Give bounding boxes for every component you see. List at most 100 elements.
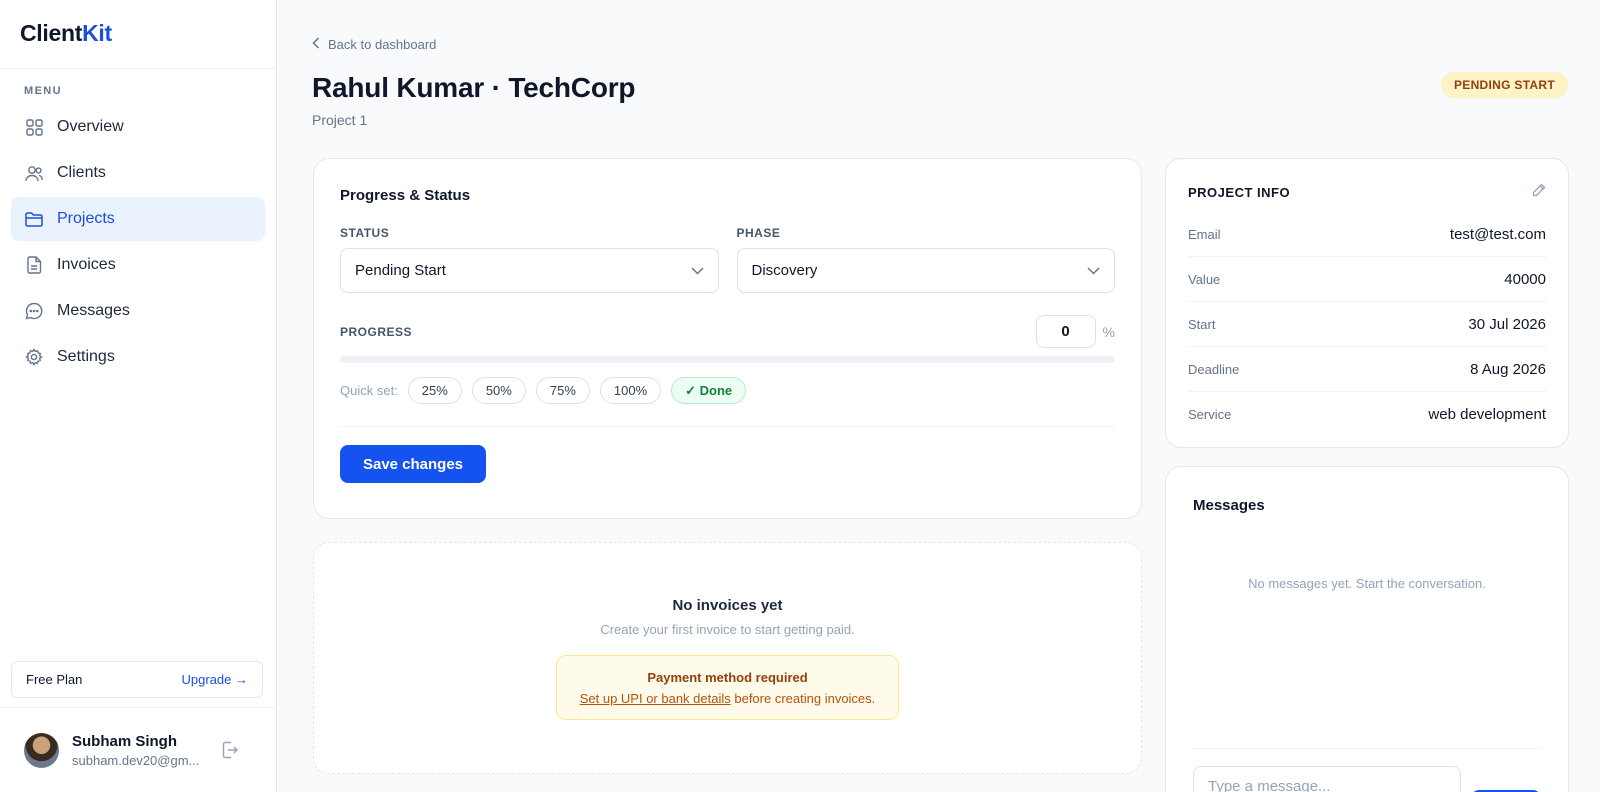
back-link-label: Back to dashboard xyxy=(328,37,437,52)
folder-icon xyxy=(25,210,43,228)
project-info-card: PROJECT INFO Email test@test.com Value 400… xyxy=(1165,158,1569,448)
chat-icon xyxy=(25,302,43,320)
back-link[interactable]: Back to dashboard xyxy=(312,37,436,52)
info-row-deadline: Deadline 8 Aug 2026 xyxy=(1188,347,1546,392)
user-email: subham.dev20@gm... xyxy=(72,752,200,768)
chevron-down-icon xyxy=(690,262,704,279)
info-key: Value xyxy=(1188,271,1221,287)
project-info-title: PROJECT INFO xyxy=(1188,185,1291,200)
payment-warning-rest: before creating invoices. xyxy=(730,691,876,706)
status-label: STATUS xyxy=(340,226,390,240)
info-key: Deadline xyxy=(1188,361,1240,377)
quick-set-25-button[interactable]: 25% xyxy=(407,377,462,404)
page-subtitle: Project 1 xyxy=(312,112,368,128)
brand-name-part2: Kit xyxy=(82,20,112,46)
messages-card: Messages No messages yet. Start the conv… xyxy=(1165,466,1569,792)
quick-set-row: Quick set: 25% 50% 75% 100% ✓ Done xyxy=(340,377,1115,404)
divider xyxy=(1193,748,1541,749)
invoices-empty-title: No invoices yet xyxy=(672,597,783,614)
progress-input-wrap: % xyxy=(1035,315,1115,348)
messages-empty-text: No messages yet. Start the conversation. xyxy=(1248,576,1486,591)
upgrade-link[interactable]: Upgrade → xyxy=(182,672,248,687)
payment-warning-title: Payment method required xyxy=(647,670,808,685)
progress-bar xyxy=(340,356,1115,363)
grid-icon xyxy=(25,118,43,136)
quick-set-100-button[interactable]: 100% xyxy=(599,377,662,404)
users-icon xyxy=(25,164,43,182)
sidebar-item-messages[interactable]: Messages xyxy=(11,289,265,333)
mark-done-button[interactable]: ✓ Done xyxy=(671,377,747,404)
message-input[interactable] xyxy=(1193,766,1461,792)
gear-icon xyxy=(25,348,43,366)
quick-set-label: Quick set: xyxy=(340,383,398,398)
plan-box: Free Plan Upgrade → xyxy=(11,661,263,698)
brand-logo[interactable]: ClientKit xyxy=(0,0,276,69)
info-key: Service xyxy=(1188,407,1232,422)
quick-set-50-button[interactable]: 50% xyxy=(471,377,526,404)
info-value: 40000 xyxy=(1504,270,1546,288)
payment-warning-text: Set up UPI or bank details before creati… xyxy=(557,691,898,706)
sidebar-item-settings[interactable]: Settings xyxy=(11,335,265,379)
sidebar: ClientKit MENU Overview Clients Projects… xyxy=(0,0,277,792)
edit-pencil-icon[interactable] xyxy=(1532,183,1546,202)
status-select-value: Pending Start xyxy=(355,262,446,279)
info-value: 30 Jul 2026 xyxy=(1468,315,1546,333)
info-row-start: Start 30 Jul 2026 xyxy=(1188,302,1546,347)
sidebar-nav: Overview Clients Projects Invoices Messa… xyxy=(0,105,276,379)
sidebar-item-label: Settings xyxy=(57,348,115,365)
invoices-empty-subtitle: Create your first invoice to start getti… xyxy=(600,622,855,637)
sidebar-item-overview[interactable]: Overview xyxy=(11,105,265,149)
project-info-rows: Email test@test.com Value 40000 Start 30 Ju… xyxy=(1188,212,1546,437)
info-row-value: Value 40000 xyxy=(1188,257,1546,302)
info-row-service: Service web development xyxy=(1188,392,1546,437)
progress-row: PROGRESS % xyxy=(340,315,1115,348)
chevron-left-icon xyxy=(312,37,320,52)
payment-warning: Payment method required Set up UPI or ba… xyxy=(556,655,899,720)
info-value: 8 Aug 2026 xyxy=(1470,360,1546,378)
project-info-header: PROJECT INFO xyxy=(1188,183,1546,202)
user-info: Subham Singh subham.dev20@gm... xyxy=(72,733,200,768)
progress-status-card: Progress & Status STATUS Pending Start P… xyxy=(313,158,1142,519)
save-changes-button[interactable]: Save changes xyxy=(340,445,486,483)
user-profile: Subham Singh subham.dev20@gm... xyxy=(0,707,277,792)
phase-select[interactable]: Discovery xyxy=(736,248,1115,293)
setup-payment-link[interactable]: Set up UPI or bank details xyxy=(580,691,731,706)
sidebar-item-label: Messages xyxy=(57,302,130,319)
status-select[interactable]: Pending Start xyxy=(340,248,719,293)
info-key: Email xyxy=(1188,226,1221,242)
status-badge: PENDING START xyxy=(1440,72,1568,98)
status-field: STATUS Pending Start xyxy=(340,226,719,293)
menu-label: MENU xyxy=(24,85,62,97)
user-name: Subham Singh xyxy=(72,732,177,750)
page-title: Rahul Kumar · TechCorp xyxy=(312,72,636,103)
sidebar-item-label: Invoices xyxy=(57,256,116,273)
divider xyxy=(340,426,1115,427)
brand-name-part1: Client xyxy=(20,20,83,46)
phase-select-value: Discovery xyxy=(751,262,818,279)
info-row-email: Email test@test.com xyxy=(1188,212,1546,257)
progress-card-title: Progress & Status xyxy=(340,187,471,204)
sidebar-item-label: Clients xyxy=(57,164,106,181)
percent-unit: % xyxy=(1102,323,1115,340)
plan-name: Free Plan xyxy=(26,672,83,687)
sidebar-item-label: Projects xyxy=(57,210,115,227)
progress-label: PROGRESS xyxy=(340,324,413,339)
avatar[interactable] xyxy=(24,732,59,768)
logout-icon[interactable] xyxy=(222,741,240,759)
invoices-empty-card: No invoices yet Create your first invoic… xyxy=(313,542,1142,774)
sidebar-item-invoices[interactable]: Invoices xyxy=(11,243,265,287)
info-value: web development xyxy=(1428,406,1546,423)
sidebar-item-label: Overview xyxy=(57,118,124,135)
phase-field: PHASE Discovery xyxy=(736,226,1115,293)
info-value: test@test.com xyxy=(1449,225,1546,243)
sidebar-item-projects[interactable]: Projects xyxy=(11,197,265,241)
progress-input[interactable] xyxy=(1035,315,1096,348)
file-icon xyxy=(25,256,43,274)
phase-label: PHASE xyxy=(736,226,781,240)
info-key: Start xyxy=(1188,316,1216,332)
quick-set-75-button[interactable]: 75% xyxy=(535,377,590,404)
messages-title: Messages xyxy=(1193,497,1265,514)
sidebar-item-clients[interactable]: Clients xyxy=(11,151,265,195)
chevron-down-icon xyxy=(1087,262,1100,279)
status-phase-row: STATUS Pending Start PHASE Discovery xyxy=(340,226,1115,293)
